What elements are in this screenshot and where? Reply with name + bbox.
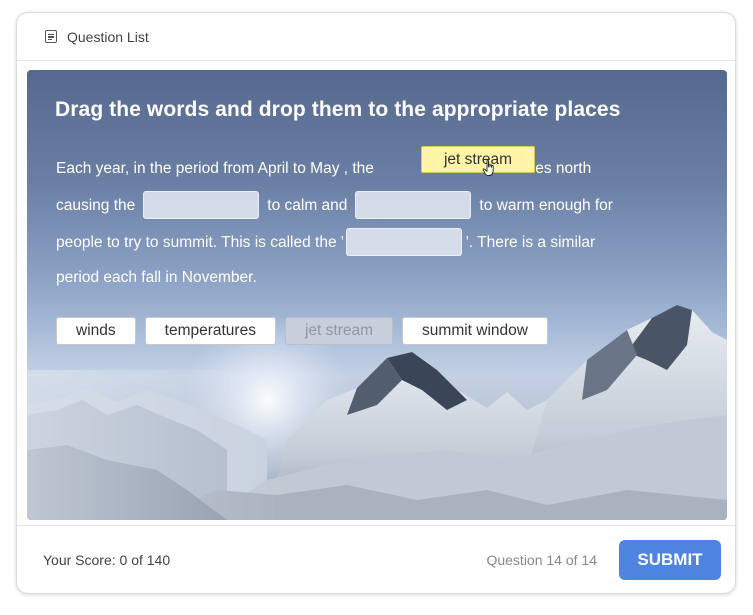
score-text: Your Score: 0 of 140 xyxy=(43,552,171,568)
passage-text: people to try to summit. This is called … xyxy=(56,233,344,251)
question-title: Drag the words and drop them to the appr… xyxy=(55,98,621,121)
passage-text: causing the xyxy=(56,196,136,214)
drop-zone-4[interactable] xyxy=(345,228,462,256)
footer-bar: Your Score: 0 of 140 Question 14 of 14 S… xyxy=(17,525,735,593)
question-list-button[interactable]: Question List xyxy=(45,29,149,45)
passage-line-2: causing the to calm and to warm enough f… xyxy=(56,190,613,220)
drop-zone-2[interactable] xyxy=(143,191,260,219)
word-chip-summit-window[interactable]: summit window xyxy=(402,317,548,345)
question-progress: Question 14 of 14 xyxy=(486,552,597,568)
quiz-card: Question List Drag the words and drop th… xyxy=(16,12,736,594)
word-chip-winds[interactable]: winds xyxy=(56,317,136,345)
dragged-word-chip[interactable]: jet stream xyxy=(421,146,535,173)
submit-button[interactable]: SUBMIT xyxy=(619,540,721,580)
passage-line-4: period each fall in November. xyxy=(56,262,257,292)
top-bar: Question List xyxy=(17,13,735,61)
word-chip-temperatures[interactable]: temperatures xyxy=(144,317,276,345)
passage-text: to calm and xyxy=(267,196,348,214)
drop-zone-3[interactable] xyxy=(355,191,472,219)
word-chip-jet-stream-placeholder: jet stream xyxy=(284,317,394,345)
hand-cursor-icon xyxy=(482,159,494,176)
question-list-label: Question List xyxy=(67,28,149,45)
question-stage: Drag the words and drop them to the appr… xyxy=(27,70,727,520)
passage-text: period each fall in November. xyxy=(56,268,257,286)
passage-text: to warm enough for xyxy=(479,196,613,214)
passage-line-3: people to try to summit. This is called … xyxy=(56,227,595,257)
word-bank: winds temperatures jet stream summit win… xyxy=(56,317,548,345)
passage-text: Each year, in the period from April to M… xyxy=(56,159,374,177)
passage-text: '. There is a similar xyxy=(465,233,596,251)
list-icon xyxy=(45,30,57,43)
